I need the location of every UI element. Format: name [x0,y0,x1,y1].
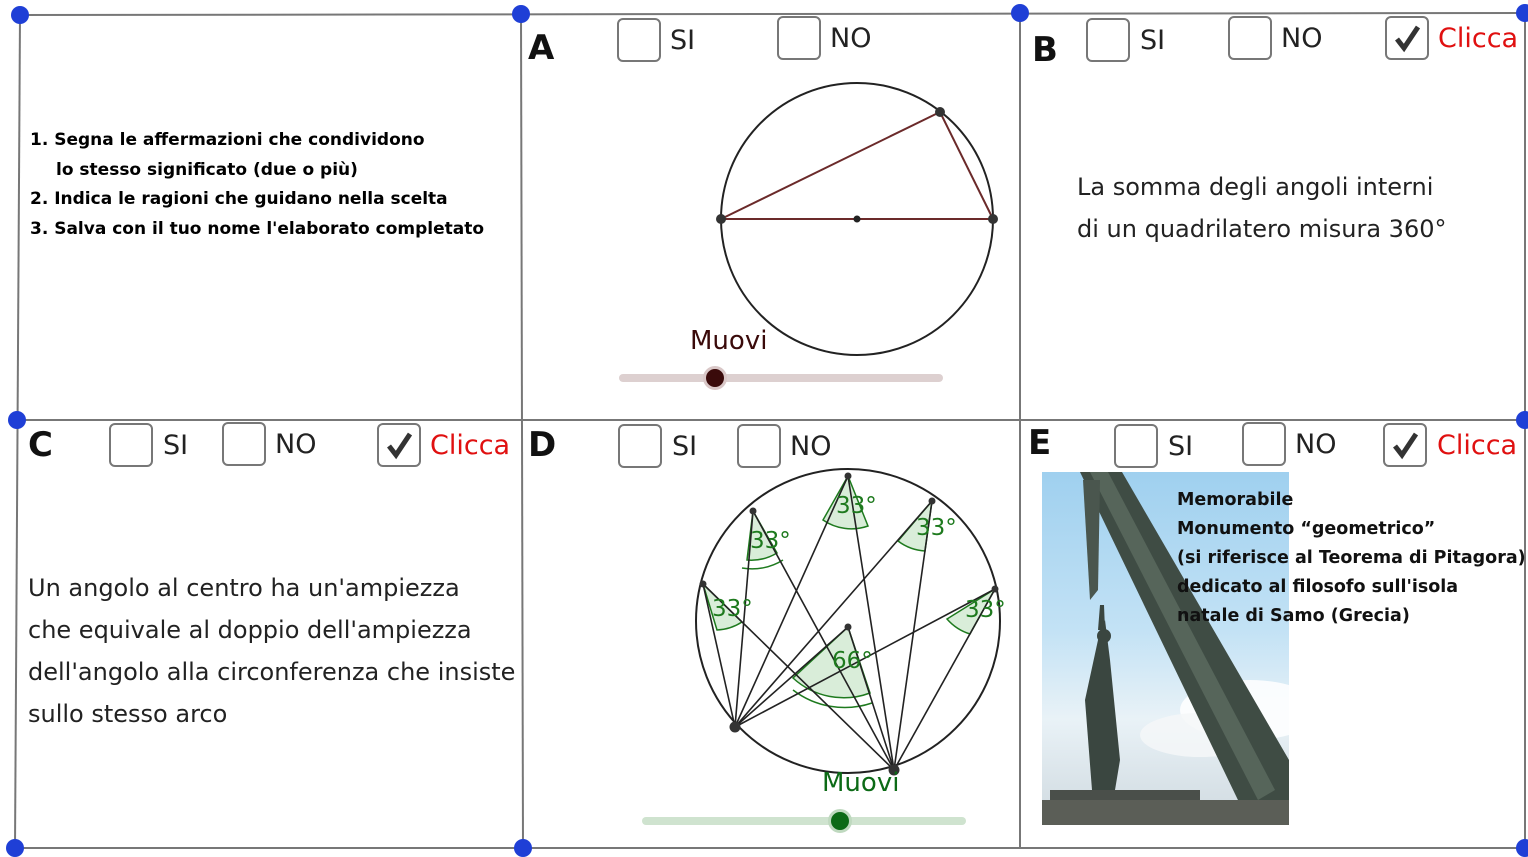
instruction-1-cont: lo stesso significato (due o più) [56,159,358,180]
panel-b-clicca-checkbox[interactable] [1385,16,1429,60]
panel-e-letter: E [1028,423,1052,463]
panel-c-clicca-checkbox[interactable] [377,423,421,467]
panel-c-clicca-label: Clicca [430,430,511,461]
caption-line: Monumento “geometrico” [1177,519,1436,539]
panel-d-no-label: NO [790,431,832,462]
panel-b-si-label: SI [1140,25,1166,56]
panel-d-slider-label: Muovi [822,768,900,798]
slider-knob[interactable] [828,809,852,833]
panel-c-letter: C [28,425,53,465]
panel-b-statement: La somma degli angoli interni di un quad… [1077,166,1446,250]
instructions: 1. Segna le affermazioni che condividono… [30,126,484,244]
panel-c-no-checkbox[interactable] [222,422,266,466]
panel-a-letter: A [528,28,555,68]
panel-a-figure [716,82,998,356]
central-angle-label: 66° [832,648,873,674]
panel-e-clicca-label: Clicca [1437,430,1518,461]
panel-b-si-checkbox[interactable] [1086,18,1130,62]
panel-a-si-checkbox[interactable] [617,18,661,62]
instruction-1: 1. Segna le affermazioni che condividono [30,130,425,150]
statement-line: che equivale al doppio dell'ampiezza [28,616,472,644]
statement-line: di un quadrilatero misura 360° [1077,215,1447,243]
statement-line: La somma degli angoli interni [1077,173,1434,201]
panel-d-figure: 33° 33° 33° 33° 33° 66° [695,468,1006,776]
panel-d-si-checkbox[interactable] [618,424,662,468]
panel-d-letter: D [528,425,557,465]
statement-line: Un angolo al centro ha un'ampiezza [28,574,460,602]
angle-label: 33° [836,493,877,519]
instruction-3: 3. Salva con il tuo nome l'elaborato com… [30,218,485,239]
slider-knob[interactable] [703,366,727,390]
panel-d-si-label: SI [672,431,698,462]
slider-track [619,374,943,382]
caption-line: Memorabile [1177,490,1294,510]
panel-e-si-label: SI [1168,431,1194,462]
panel-a-no-checkbox[interactable] [777,16,821,60]
slider-track [642,817,966,825]
panel-a-slider-label: Muovi [690,326,768,356]
panel-e-clicca-checkbox[interactable] [1383,423,1427,467]
angle-label: 33° [965,597,1006,623]
caption-line: dedicato al filosofo sull'isola [1177,577,1459,597]
panel-c-statement: Un angolo al centro ha un'ampiezza che e… [28,567,515,735]
panel-c-si-checkbox[interactable] [109,423,153,467]
panel-d-no-checkbox[interactable] [737,424,781,468]
statement-line: sullo stesso arco [28,700,228,728]
monument-caption: Memorabile Monumento “geometrico” (si ri… [1177,486,1526,631]
panel-e-no-checkbox[interactable] [1242,422,1286,466]
panel-b-no-checkbox[interactable] [1228,16,1272,60]
checkmark-icon [1395,25,1421,53]
panel-c-no-label: NO [275,429,317,460]
angle-label: 33° [916,515,957,541]
panel-b-clicca-label: Clicca [1438,23,1519,54]
panel-e-no-label: NO [1295,429,1337,460]
panel-b-letter: B [1032,30,1058,70]
caption-line: (si riferisce al Teorema di Pitagora) [1177,548,1526,568]
checkmark-icon [387,432,413,460]
panel-d-slider[interactable] [642,809,966,833]
panel-e-si-checkbox[interactable] [1114,424,1158,468]
checkmark-icon [1393,432,1419,460]
panel-a-no-label: NO [830,23,872,54]
instruction-2: 2. Indica le ragioni che guidano nella s… [30,189,448,209]
panel-b-no-label: NO [1281,23,1323,54]
panel-c-si-label: SI [163,430,189,461]
caption-line: natale di Samo (Grecia) [1177,606,1410,626]
panel-a-si-label: SI [670,25,696,56]
statement-line: dell'angolo alla circonferenza che insis… [28,658,516,686]
angle-label: 33° [712,596,753,622]
angle-label: 33° [750,528,791,554]
panel-a-slider[interactable] [619,366,943,390]
